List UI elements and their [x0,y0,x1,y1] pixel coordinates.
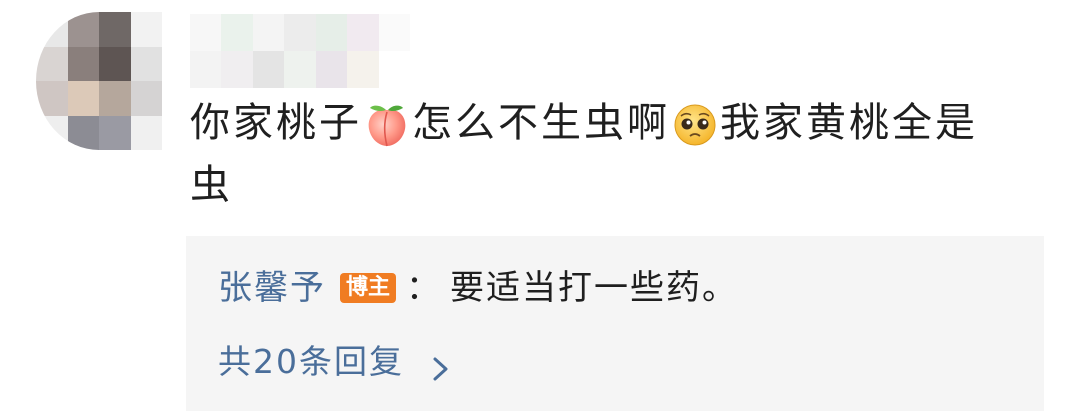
comment-text-part1: 你家桃子 [190,100,362,146]
pleading-face-emoji [672,102,718,148]
host-badge: 博主 [340,273,397,303]
chevron-right-icon[interactable] [430,347,452,381]
reply-box[interactable]: 张馨予 博主 ： 要适当打一些药。 共20条回复 [186,236,1044,411]
reply-count-label[interactable]: 共20条回复 [218,336,404,388]
reply-author-name[interactable]: 张馨予 [218,262,326,314]
username-blurred[interactable] [190,14,410,88]
comment-text: 你家桃子 怎么不生虫啊 我家黄桃全是虫 [190,92,1020,216]
peach-emoji [364,102,410,148]
view-all-replies-link[interactable]: 共20条回复 [218,336,452,388]
avatar[interactable] [36,12,162,150]
reply-item[interactable]: 张馨予 博主 ： 要适当打一些药。 [218,262,738,314]
comment-card: 你家桃子 怎么不生虫啊 我家黄桃全是虫 张馨予 博主 ： 要适当打一些药。 共2… [0,0,1065,411]
comment-text-part2: 怎么不生虫啊 [412,100,670,146]
reply-text: 要适当打一些药。 [450,268,739,308]
reply-colon: ： [406,268,443,308]
